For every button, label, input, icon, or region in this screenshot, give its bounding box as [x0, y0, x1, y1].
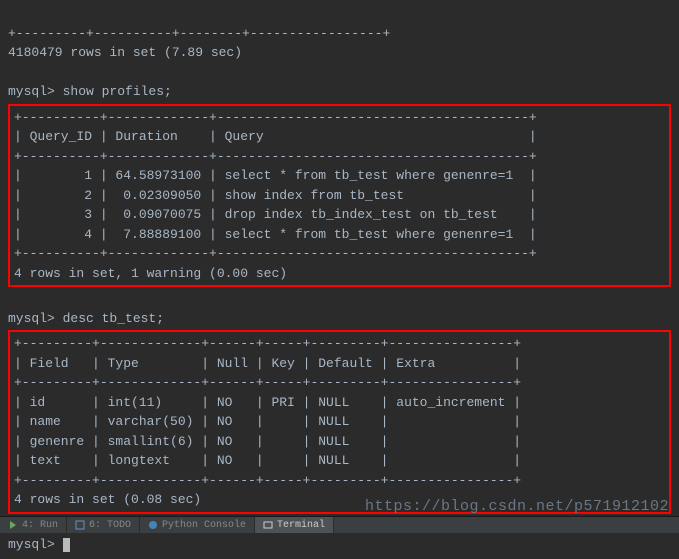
table-header: | Query_ID | Duration | Query | — [14, 129, 537, 144]
table-border: +----------+-------------+--------------… — [14, 149, 537, 164]
python-console-tab[interactable]: Python Console — [140, 517, 255, 533]
desc-result-box: +---------+-------------+------+-----+--… — [8, 330, 671, 514]
table-border: +----------+-------------+--------------… — [14, 110, 537, 125]
rows-summary: 4 rows in set, 1 warning (0.00 sec) — [14, 266, 287, 281]
rows-summary: 4 rows in set (0.08 sec) — [14, 492, 201, 507]
python-icon — [148, 520, 158, 530]
mysql-prompt: mysql> — [8, 311, 63, 326]
table-row: | 3 | 0.09070075 | drop index tb_index_t… — [14, 207, 537, 222]
rows-summary: 4180479 rows in set (7.89 sec) — [8, 45, 242, 60]
terminal-cursor[interactable] — [63, 538, 70, 552]
terminal-output: +---------+----------+--------+---------… — [0, 0, 679, 559]
table-row: | 4 | 7.88889100 | select * from tb_test… — [14, 227, 537, 242]
table-border: +---------+-------------+------+-----+--… — [14, 336, 521, 351]
mysql-prompt: mysql> — [8, 84, 63, 99]
table-row: | text | longtext | NO | | NULL | | — [14, 453, 521, 468]
todo-tab[interactable]: 6: TODO — [67, 517, 140, 533]
table-border: +---------+-------------+------+-----+--… — [14, 473, 521, 488]
watermark: https://blog.csdn.net/p571912102 — [365, 498, 669, 515]
separator-line: +---------+----------+--------+---------… — [8, 26, 390, 41]
command-text: desc tb_test; — [63, 311, 164, 326]
command-text: show profiles; — [63, 84, 172, 99]
bottom-toolbar: 4: Run 6: TODO Python Console Terminal — [0, 516, 679, 533]
terminal-tab[interactable]: Terminal — [255, 517, 334, 533]
table-border: +----------+-------------+--------------… — [14, 246, 537, 261]
todo-icon — [75, 520, 85, 530]
run-icon — [8, 520, 18, 530]
tab-label: 6: TODO — [89, 520, 131, 531]
tab-label: 4: Run — [22, 520, 58, 531]
tab-label: Python Console — [162, 520, 246, 531]
table-row: | name | varchar(50) | NO | | NULL | | — [14, 414, 521, 429]
table-header: | Field | Type | Null | Key | Default | … — [14, 356, 521, 371]
tab-label: Terminal — [277, 520, 325, 531]
table-border: +---------+-------------+------+-----+--… — [14, 375, 521, 390]
table-row: | id | int(11) | NO | PRI | NULL | auto_… — [14, 395, 521, 410]
terminal-icon — [263, 520, 273, 530]
table-row: | 1 | 64.58973100 | select * from tb_tes… — [14, 168, 537, 183]
profiles-result-box: +----------+-------------+--------------… — [8, 104, 671, 288]
run-tab[interactable]: 4: Run — [0, 517, 67, 533]
mysql-prompt: mysql> — [8, 537, 63, 552]
table-row: | genenre | smallint(6) | NO | | NULL | … — [14, 434, 521, 449]
table-row: | 2 | 0.02309050 | show index from tb_te… — [14, 188, 537, 203]
